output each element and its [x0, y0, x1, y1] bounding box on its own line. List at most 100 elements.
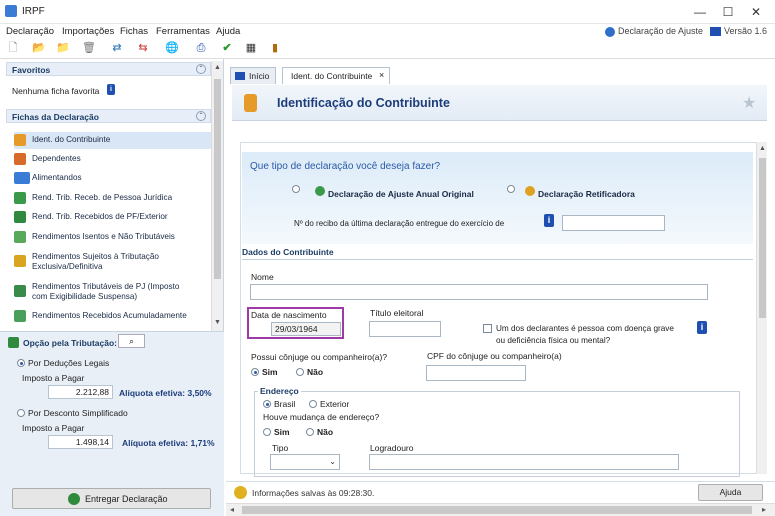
scroll-up-icon[interactable]: ▲	[214, 64, 221, 71]
person-icon	[14, 134, 26, 146]
suspended-icon	[14, 285, 26, 297]
doenca-grave-checkbox[interactable]	[483, 324, 492, 333]
sidebar-item-label: Rendimentos Tributáveis de PJ (Imposto	[32, 282, 180, 291]
form-scrollbar[interactable]: ▲	[756, 142, 767, 474]
globe-icon[interactable]: 🌐	[165, 41, 179, 56]
status-bar: Informações salvas às 09:28:30.	[226, 481, 775, 503]
app-icon	[5, 5, 17, 17]
sidebar-item-dependentes[interactable]: Dependentes	[14, 151, 211, 168]
window-title: IRPF	[22, 6, 45, 17]
accumulated-icon	[14, 310, 26, 322]
tab-inicio[interactable]: Início	[230, 67, 276, 84]
close-button[interactable]: ✕	[746, 3, 766, 21]
import-icon[interactable]: ⇄	[110, 41, 124, 56]
aliquota-legais: Alíquota efetiva: 3,50%	[119, 388, 212, 398]
open-folder-icon[interactable]: 📂	[32, 41, 46, 56]
radio-deducoes-legais[interactable]	[17, 359, 25, 367]
titulo-eleitoral-label: Título eleitoral	[370, 308, 424, 318]
sidebar-item-label: Rendimentos Isentos e Não Tributáveis	[32, 232, 175, 241]
declaracao-ajuste-label[interactable]: Declaração de Ajuste	[618, 26, 703, 36]
imposto-value-legais: 2.212,88	[48, 385, 113, 399]
menu-ajuda[interactable]: Ajuda	[216, 26, 240, 37]
sidebar-scrollbar[interactable]: ▲ ▼	[211, 61, 223, 331]
radio-declaracao-retificadora[interactable]	[507, 185, 515, 193]
collapse-icon[interactable]: ⌃	[196, 64, 206, 74]
scroll-up-icon[interactable]: ▲	[759, 145, 766, 152]
titulo-eleitoral-input[interactable]	[369, 321, 441, 337]
new-file-icon[interactable]: 🗋	[6, 41, 20, 56]
sidebar-item-acumulados[interactable]: Rendimentos Recebidos Acumuladamente	[14, 308, 211, 325]
scroll-thumb[interactable]	[214, 79, 221, 279]
conjuge-nao-label: Não	[307, 367, 324, 377]
radio-mudanca-sim[interactable]	[263, 428, 271, 436]
info-icon[interactable]: i	[107, 84, 115, 95]
sidebar-item-label-2: com Exigibilidade Suspensa)	[32, 292, 138, 301]
tributacao-panel: Opção pela Tributação: ⌕ Por Deduções Le…	[0, 331, 224, 457]
title-bar: IRPF — ☐ ✕	[0, 0, 775, 24]
search-icon[interactable]: ⌕	[118, 334, 145, 348]
tab-close-icon[interactable]: ×	[379, 70, 384, 80]
print-icon[interactable]: ⎙	[194, 41, 208, 56]
delete-icon[interactable]: 🗑	[82, 41, 96, 56]
sidebar-item-rend-pj[interactable]: Rend. Trib. Receb. de Pessoa Jurídica	[14, 190, 211, 207]
tab-ident-contribuinte[interactable]: Ident. do Contribuinte ×	[282, 67, 390, 84]
info-icon[interactable]: i	[544, 214, 554, 227]
sidebar-item-exclusiva[interactable]: Rendimentos Sujeitos à Tributação Exclus…	[14, 249, 211, 275]
sidebar-item-suspensa[interactable]: Rendimentos Tributáveis de PJ (Imposto c…	[14, 279, 211, 305]
book-icon[interactable]: ▮	[268, 41, 282, 56]
menu-importacoes[interactable]: Importações	[62, 26, 114, 37]
folder-icon[interactable]: 📁	[56, 41, 70, 56]
check-icon[interactable]: ✔	[220, 41, 234, 56]
nenhuma-favorita: Nenhuma ficha favorita	[12, 86, 100, 96]
doenca-grave-label: Um dos declarantes é pessoa com doença g…	[496, 324, 674, 333]
radio-declaracao-original[interactable]	[292, 185, 300, 193]
sidebar-item-label: Rend. Trib. Recebidos de PF/Exterior	[32, 212, 168, 221]
collapse-icon[interactable]: ⌃	[196, 111, 206, 121]
fichas-header[interactable]: Fichas da Declaração ⌃	[6, 109, 211, 123]
minimize-button[interactable]: —	[690, 3, 710, 21]
sidebar-item-alimentandos[interactable]: Alimentandos	[14, 170, 211, 187]
scroll-thumb[interactable]	[242, 506, 752, 514]
scroll-right-icon[interactable]: ▸	[762, 505, 766, 514]
radio-mudanca-nao[interactable]	[306, 428, 314, 436]
radio-conjuge-sim[interactable]	[251, 368, 259, 376]
tipo-select[interactable]: ⌄	[270, 454, 340, 470]
ajuda-button[interactable]: Ajuda	[698, 484, 763, 501]
nome-input[interactable]	[250, 284, 708, 300]
cpf-conjuge-input[interactable]	[426, 365, 526, 381]
sidebar-item-ident[interactable]: Ident. do Contribuinte	[14, 132, 211, 149]
maximize-button[interactable]: ☐	[718, 3, 738, 21]
chevron-down-icon: ⌄	[329, 457, 336, 466]
mudanca-sim-label: Sim	[274, 427, 290, 437]
exempt-icon	[14, 231, 26, 243]
declaracao-retificadora-label: Declaração Retificadora	[538, 189, 635, 199]
menu-declaracao[interactable]: Declaração	[6, 26, 54, 37]
globe-icon	[68, 493, 80, 505]
sidebar-item-rend-pf[interactable]: Rend. Trib. Recebidos de PF/Exterior	[14, 209, 211, 226]
data-nascimento-input[interactable]: 29/03/1964	[271, 322, 341, 336]
scroll-down-icon[interactable]: ▼	[214, 319, 221, 326]
radio-conjuge-nao[interactable]	[296, 368, 304, 376]
version-label[interactable]: Versão 1.6	[724, 26, 767, 36]
radio-desconto-simplificado[interactable]	[17, 409, 25, 417]
favoritos-header[interactable]: Favoritos ⌃	[6, 62, 211, 76]
menu-fichas[interactable]: Fichas	[120, 26, 148, 37]
entregar-declaracao-button[interactable]: Entregar Declaração	[12, 488, 211, 509]
logradouro-input[interactable]	[369, 454, 679, 470]
export-icon[interactable]: ⇆	[136, 41, 150, 56]
recibo-input[interactable]	[562, 215, 665, 231]
info-circle-icon	[605, 27, 615, 37]
horizontal-scrollbar[interactable]: ◂ ▸	[226, 503, 775, 516]
calculator-icon[interactable]: ▦	[244, 41, 258, 56]
favorite-star-icon[interactable]: ★	[742, 93, 756, 113]
info-icon[interactable]: i	[697, 321, 707, 334]
scroll-left-icon[interactable]: ◂	[230, 505, 234, 514]
menu-ferramentas[interactable]: Ferramentas	[156, 26, 210, 37]
entregar-label: Entregar Declaração	[85, 494, 168, 504]
radio-exterior[interactable]	[309, 400, 317, 408]
scroll-thumb[interactable]	[759, 158, 766, 318]
sidebar-item-label: Alimentandos	[32, 173, 82, 182]
toolbar: 🗋 📂 📁 🗑 ⇄ ⇆ 🌐 ⎙ ✔ ▦ ▮	[0, 40, 775, 59]
sidebar-item-isentos[interactable]: Rendimentos Isentos e Não Tributáveis	[14, 229, 211, 246]
radio-brasil[interactable]	[263, 400, 271, 408]
